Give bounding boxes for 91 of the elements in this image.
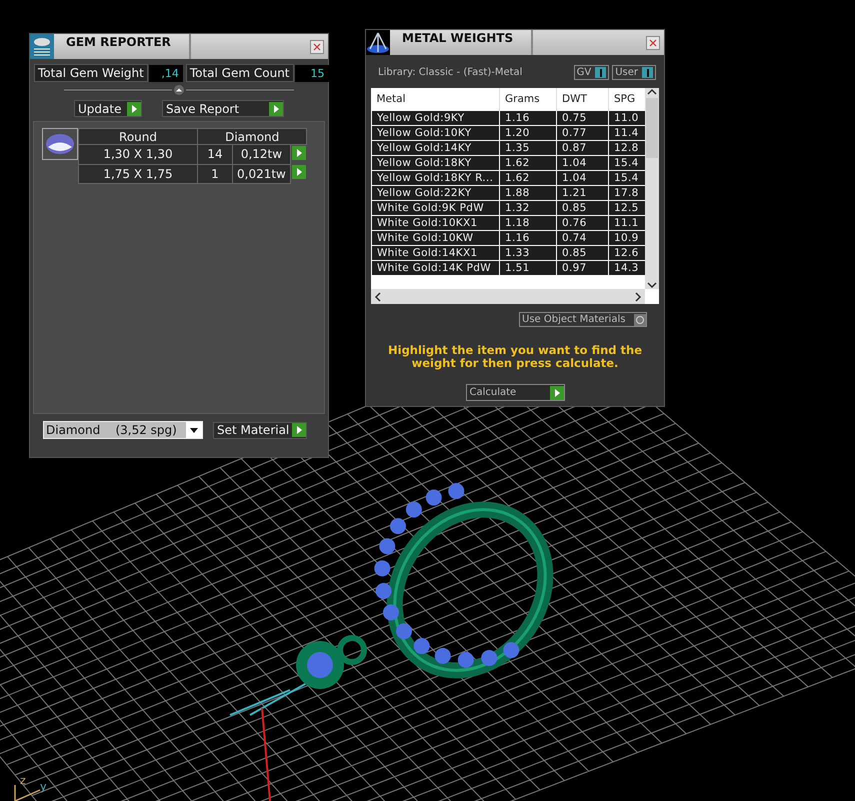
horizontal-scrollbar[interactable] [371,289,645,304]
cone-icon [366,30,390,55]
action-button[interactable]: Save Report [162,100,284,117]
window-title: GEM REPORTER [54,34,191,59]
table-cell: 1.33 [500,246,556,260]
table-cell: 11.1 [608,216,645,230]
table-cell: 1.16 [500,230,556,246]
table-cell: 10.9 [608,230,645,246]
table-cell: 0.97 [556,260,608,276]
play-icon [550,386,564,400]
close-icon [649,38,657,46]
toggle-switch[interactable]: User [612,65,656,80]
table-cell: Yellow Gold:18KY R... [372,170,500,186]
table-cell: 1.20 [500,126,556,140]
table-cell: 11.0 [608,110,645,126]
table-cell: 0,021tw [232,164,290,183]
table-cell: 0,12tw [232,144,290,164]
scroll-down-icon[interactable] [647,281,657,289]
table-cell: 1.32 [500,200,556,216]
axis-label: y [40,780,47,793]
scroll-up-icon[interactable] [647,88,657,96]
total-value: 15 [294,64,329,82]
use-object-materials-toggle[interactable]: Use Object Materials [519,312,647,327]
table-cell: 17.8 [608,186,645,200]
table-cell: 1.62 [500,170,556,186]
play-icon [127,102,141,116]
table-cell: Yellow Gold:22KY [372,186,500,200]
table-cell: 0.77 [556,126,608,140]
table-cell: 1,75 X 1,75 [78,164,198,183]
table-cell: 1.21 [556,186,608,200]
table-cell: 1.88 [500,186,556,200]
table-cell: 1.04 [556,170,608,186]
table-cell: 1.62 [500,156,556,170]
scroll-left-icon[interactable] [374,292,382,302]
table-header: Round [78,128,198,144]
table-cell: White Gold:10KW [372,230,500,246]
table-cell: 1.04 [556,156,608,170]
table-cell: Yellow Gold:18KY [372,156,500,170]
table-cell: 0.85 [556,246,608,260]
play-icon [269,102,283,116]
scroll-right-icon[interactable] [634,292,642,302]
total-value: ,14 [148,64,183,82]
table-cell: 1.16 [500,110,556,126]
table-cell: Yellow Gold:9KY [372,110,500,126]
collapse-handle-icon[interactable] [64,84,294,96]
table-cell: 11.4 [608,126,645,140]
table-cell: 14 [198,144,232,164]
axis-label: z [20,774,26,787]
table-cell: 1.51 [500,260,556,276]
table-cell: 12.6 [608,246,645,260]
table-cell: 0.87 [556,140,608,156]
instruction-text: Highlight the item you want to find the weight for then press calculate. [387,344,643,370]
table-cell: White Gold:9K PdW [372,200,500,216]
set-material-button[interactable]: Set Material [213,422,307,438]
library-label: Library: Classic - (Fast)-Metal [378,67,522,78]
table-cell: 1.18 [500,216,556,230]
table-cell: 14.3 [608,260,645,276]
close-button[interactable] [310,40,324,54]
table-cell: 0.76 [556,216,608,230]
table-cell: 12.8 [608,140,645,156]
play-icon [292,146,306,160]
axis-gizmo-drawing [14,784,41,801]
close-icon [313,42,321,50]
calculate-button[interactable]: Calculate [466,384,564,401]
table-cell: 0.85 [556,200,608,216]
table-cell: 12.5 [608,200,645,216]
table-cell: 1.35 [500,140,556,156]
table-cell: 0.74 [556,230,608,246]
table-cell: White Gold:14K PdW [372,260,500,276]
table-cell: White Gold:14KX1 [372,246,500,260]
action-button[interactable]: Update [74,100,142,117]
close-button[interactable] [646,36,660,50]
play-icon [292,165,306,179]
table-cell: Yellow Gold:10KY [372,126,500,140]
table-cell: 1,30 X 1,30 [78,144,198,164]
gem-icon [45,132,75,156]
report-icon [30,34,54,59]
total-label: Total Gem Count [186,64,294,82]
play-icon [292,423,306,437]
table-cell: Yellow Gold:14KY [372,140,500,156]
window-title: METAL WEIGHTS [390,30,534,55]
table-cell: 1 [198,164,232,183]
table-cell: 15.4 [608,170,645,186]
toggle-switch[interactable]: GV [574,65,610,80]
table-header: Diamond [198,128,307,144]
total-label: Total Gem Weight [34,64,148,82]
table-cell: 0.75 [556,110,608,126]
material-dropdown[interactable]: Diamond (3,52 spg) [43,421,203,439]
table-cell: 15.4 [608,156,645,170]
table-cell: White Gold:10KX1 [372,216,500,230]
vertical-scrollbar[interactable] [645,88,659,289]
